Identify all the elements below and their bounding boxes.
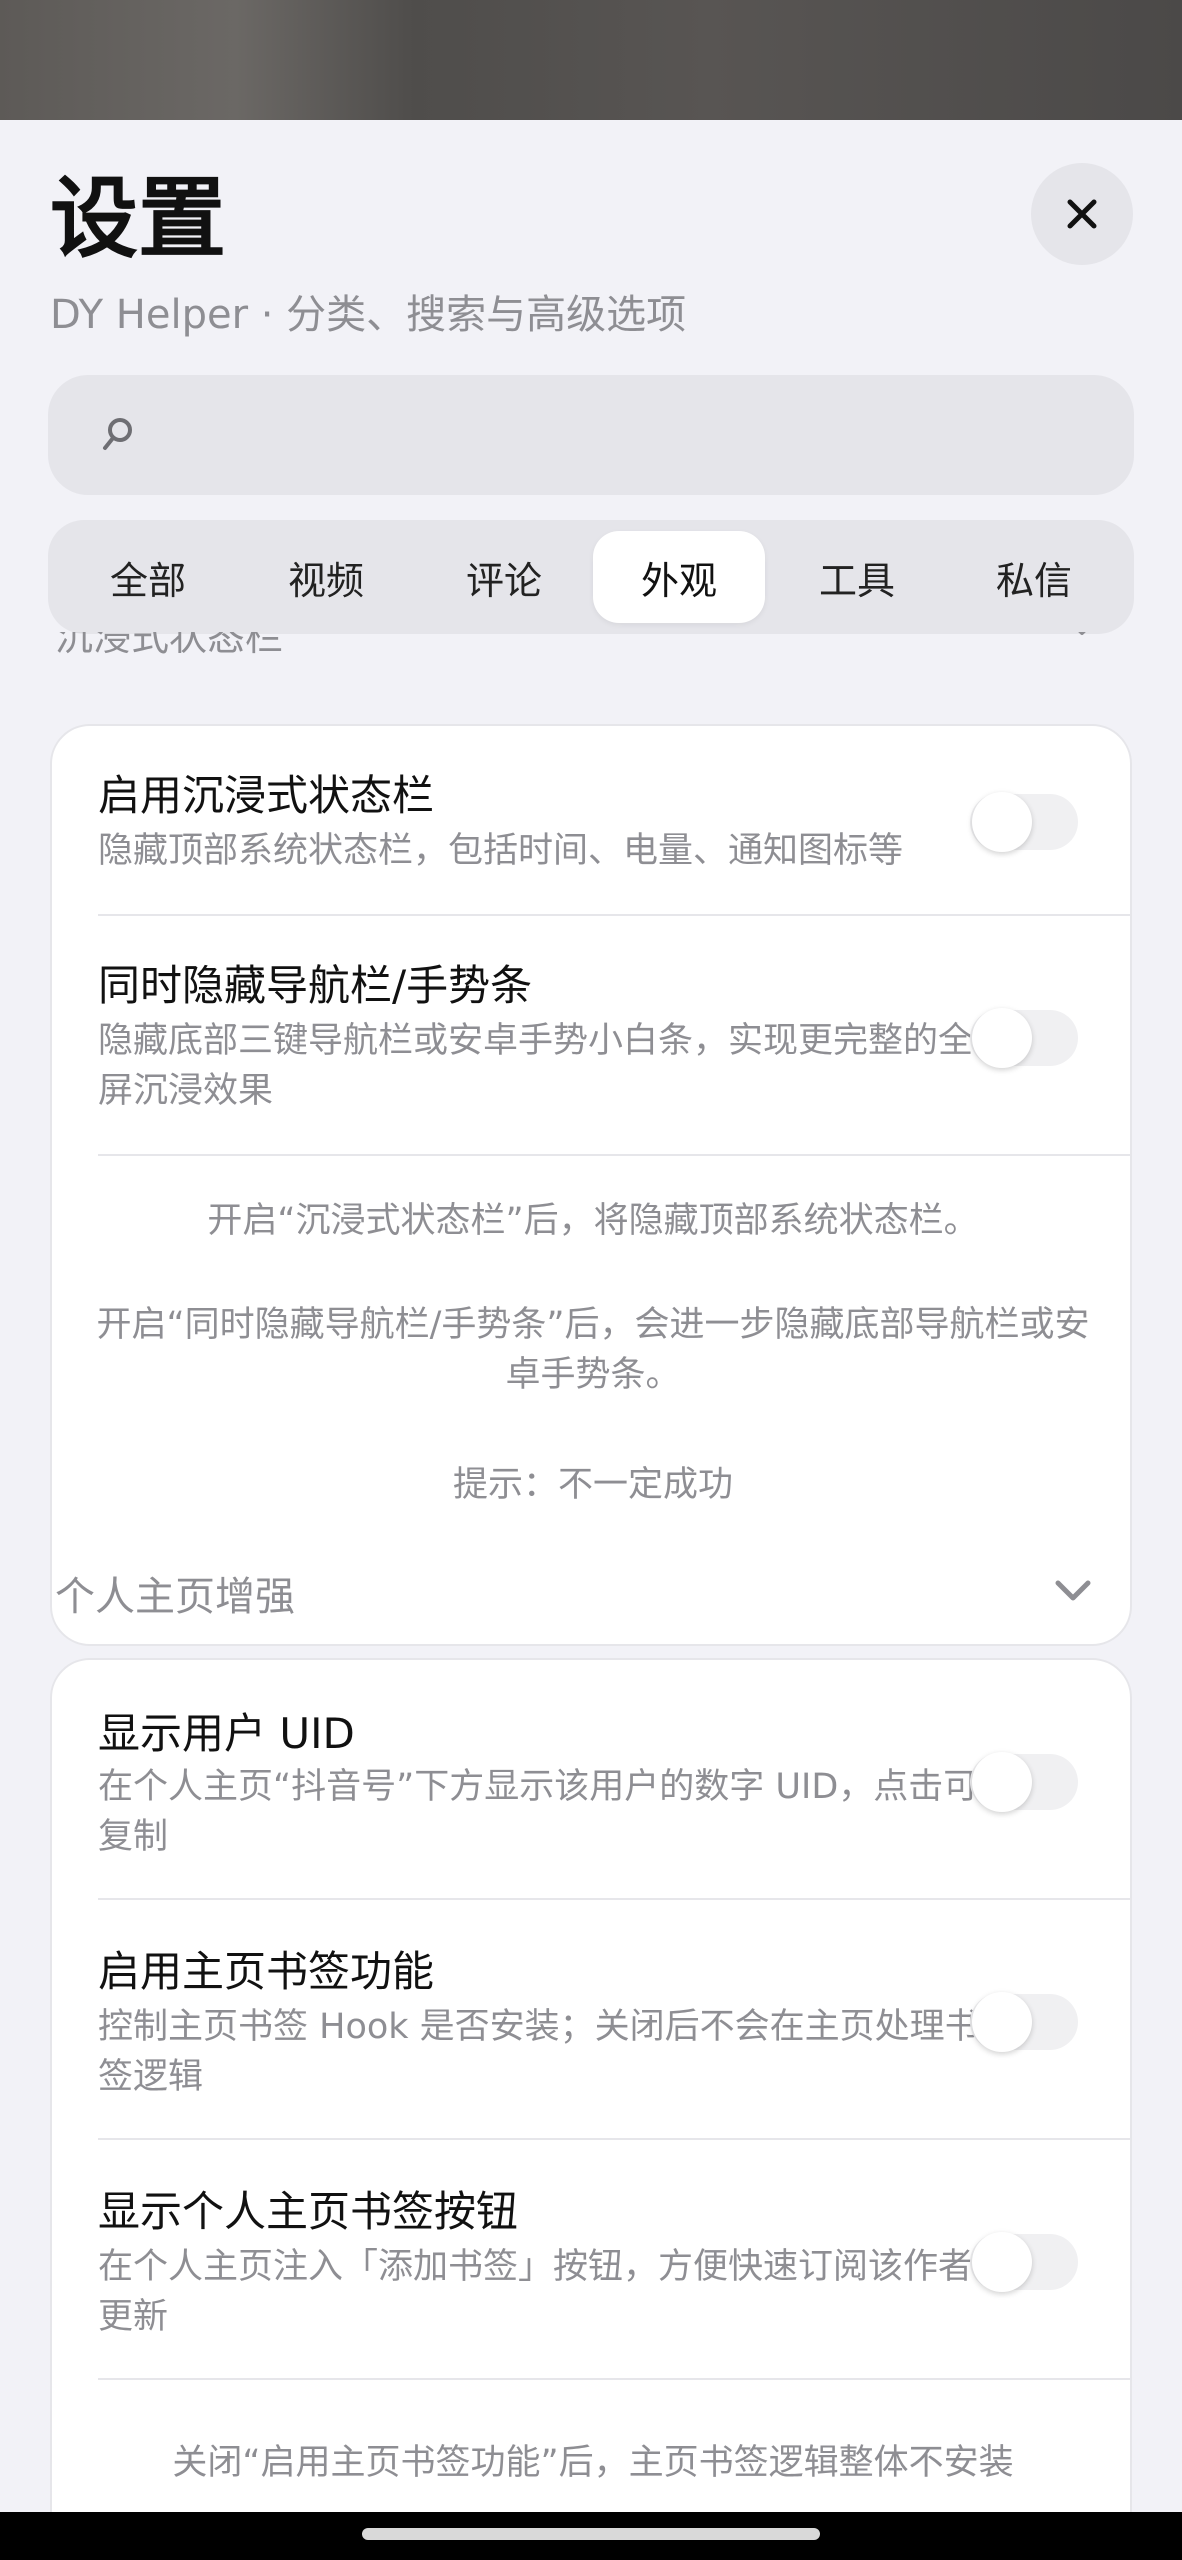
setting-row[interactable]: 启用沉浸式状态栏 隐藏顶部系统状态栏，包括时间、电量、通知图标等 bbox=[52, 726, 1130, 914]
tab-appearance[interactable]: 外观 bbox=[593, 531, 765, 623]
setting-title: 显示个人主页书签按钮 bbox=[98, 2187, 519, 2236]
setting-title: 启用沉浸式状态栏 bbox=[98, 771, 435, 820]
toggle-knob bbox=[972, 1992, 1032, 2052]
setting-description: 隐藏顶部系统状态栏，包括时间、电量、通知图标等 bbox=[98, 831, 904, 871]
settings-sheet: 设置 DY Helper · 分类、搜索与高级选项 全部 视频 评论 外观 工具… bbox=[0, 120, 1182, 2512]
toggle-switch[interactable] bbox=[970, 1008, 1078, 1068]
divider bbox=[98, 2378, 1130, 2380]
category-tabs: 全部 视频 评论 外观 工具 私信 bbox=[48, 520, 1134, 634]
info-note: 提示：不一定成功 bbox=[452, 1465, 733, 1505]
tab-tools[interactable]: 工具 bbox=[771, 531, 943, 623]
toggle-switch[interactable] bbox=[970, 1992, 1078, 2052]
section-header-immersive[interactable]: 沉浸式状态栏 bbox=[55, 632, 1095, 672]
setting-row[interactable]: 显示用户 UID 在个人主页“抖音号”下方显示该用户的数字 UID，点击可复制 bbox=[52, 1660, 1130, 1898]
toggle-knob bbox=[972, 792, 1032, 852]
chevron-down-icon[interactable] bbox=[1053, 1578, 1093, 1604]
tab-messages[interactable]: 私信 bbox=[948, 531, 1120, 623]
info-note: 开启“沉浸式状态栏”后，将隐藏顶部系统状态栏。 bbox=[207, 1201, 979, 1241]
setting-description: 隐藏底部三键导航栏或安卓手势小白条，实现更完整的全屏沉浸效果 bbox=[98, 1021, 974, 1111]
close-icon bbox=[1067, 199, 1097, 229]
search-input[interactable] bbox=[158, 405, 1098, 465]
settings-card-immersive: 启用沉浸式状态栏 隐藏顶部系统状态栏，包括时间、电量、通知图标等 同时隐藏导航栏… bbox=[50, 724, 1132, 1646]
tab-all[interactable]: 全部 bbox=[62, 531, 234, 623]
setting-title: 显示用户 UID bbox=[98, 1709, 355, 1758]
section-title: 沉浸式状态栏 bbox=[55, 632, 284, 659]
toggle-switch[interactable] bbox=[970, 1752, 1078, 1812]
settings-card-profile: 显示用户 UID 在个人主页“抖音号”下方显示该用户的数字 UID，点击可复制 … bbox=[50, 1658, 1132, 2512]
search-bar[interactable] bbox=[48, 375, 1134, 495]
setting-row[interactable]: 同时隐藏导航栏/手势条 隐藏底部三键导航栏或安卓手势小白条，实现更完整的全屏沉浸… bbox=[52, 916, 1130, 1154]
toggle-knob bbox=[972, 2232, 1032, 2292]
info-note: 开启“同时隐藏导航栏/手势条”后，会进一步隐藏底部导航栏或安卓手势条。 bbox=[96, 1305, 1090, 1395]
setting-row[interactable]: 启用主页书签功能 控制主页书签 Hook 是否安装；关闭后不会在主页处理书签逻辑 bbox=[52, 1900, 1130, 2138]
setting-title: 启用主页书签功能 bbox=[98, 1947, 435, 1996]
setting-title: 同时隐藏导航栏/手势条 bbox=[98, 961, 533, 1010]
home-indicator[interactable] bbox=[362, 2528, 820, 2540]
setting-description: 在个人主页注入「添加书签」按钮，方便快速订阅该作者更新 bbox=[98, 2247, 974, 2337]
toggle-switch[interactable] bbox=[970, 792, 1078, 852]
setting-row[interactable]: 显示个人主页书签按钮 在个人主页注入「添加书签」按钮，方便快速订阅该作者更新 bbox=[52, 2140, 1130, 2378]
chevron-down-icon bbox=[1078, 632, 1086, 635]
background-behind-sheet bbox=[0, 0, 1182, 124]
setting-description: 控制主页书签 Hook 是否安装；关闭后不会在主页处理书签逻辑 bbox=[98, 2007, 980, 2097]
info-note: 关闭“启用主页书签功能”后，主页书签逻辑整体不安装 bbox=[172, 2443, 1014, 2483]
divider bbox=[98, 1154, 1130, 1156]
tab-comments[interactable]: 评论 bbox=[418, 531, 590, 623]
page-title: 设置 bbox=[50, 167, 227, 270]
search-icon bbox=[103, 418, 132, 450]
setting-description: 在个人主页“抖音号”下方显示该用户的数字 UID，点击可复制 bbox=[98, 1767, 979, 1857]
tab-video[interactable]: 视频 bbox=[240, 531, 412, 623]
toggle-switch[interactable] bbox=[970, 2232, 1078, 2292]
close-button[interactable] bbox=[1031, 163, 1133, 265]
page-subtitle: DY Helper · 分类、搜索与高级选项 bbox=[50, 292, 687, 338]
toggle-knob bbox=[972, 1752, 1032, 1812]
toggle-knob bbox=[972, 1008, 1032, 1068]
section-header-profile[interactable]: 个人主页增强 bbox=[55, 1564, 295, 1622]
